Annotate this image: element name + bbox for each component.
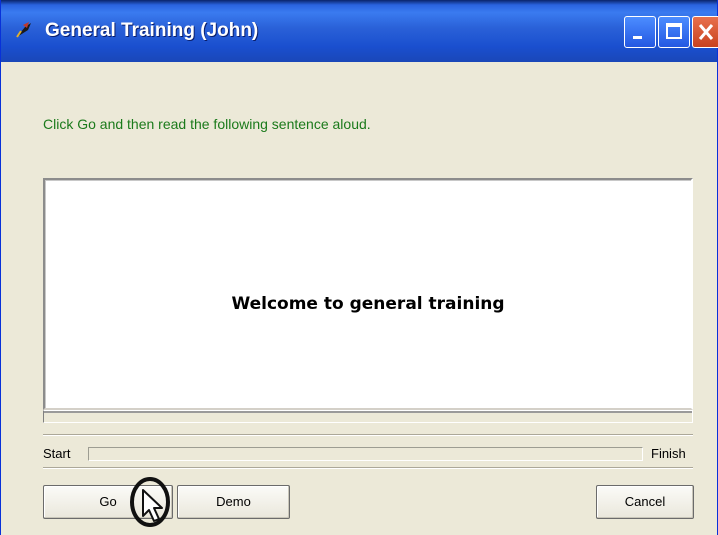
audio-level-bar bbox=[43, 410, 693, 423]
training-progress-bar bbox=[88, 447, 643, 461]
training-window: General Training (John) Click Go and the… bbox=[0, 0, 718, 535]
demo-button[interactable]: Demo bbox=[177, 485, 290, 519]
maximize-icon bbox=[666, 23, 682, 39]
instruction-text: Click Go and then read the following sen… bbox=[43, 116, 371, 132]
minimize-icon bbox=[633, 36, 642, 39]
cancel-button[interactable]: Cancel bbox=[596, 485, 694, 519]
mouse-cursor-icon bbox=[130, 477, 170, 527]
minimize-button[interactable] bbox=[624, 16, 656, 48]
divider bbox=[43, 467, 693, 469]
sentence-panel: Welcome to general training bbox=[43, 178, 693, 410]
maximize-button[interactable] bbox=[658, 16, 690, 48]
training-app-icon bbox=[15, 21, 33, 39]
progress-finish-label: Finish bbox=[651, 446, 686, 461]
close-button[interactable] bbox=[692, 16, 718, 48]
training-sentence: Welcome to general training bbox=[231, 294, 505, 314]
window-title: General Training (John) bbox=[45, 20, 259, 41]
progress-start-label: Start bbox=[43, 446, 71, 461]
title-bar[interactable]: General Training (John) bbox=[1, 0, 718, 62]
divider bbox=[43, 434, 693, 436]
close-icon bbox=[698, 24, 714, 40]
